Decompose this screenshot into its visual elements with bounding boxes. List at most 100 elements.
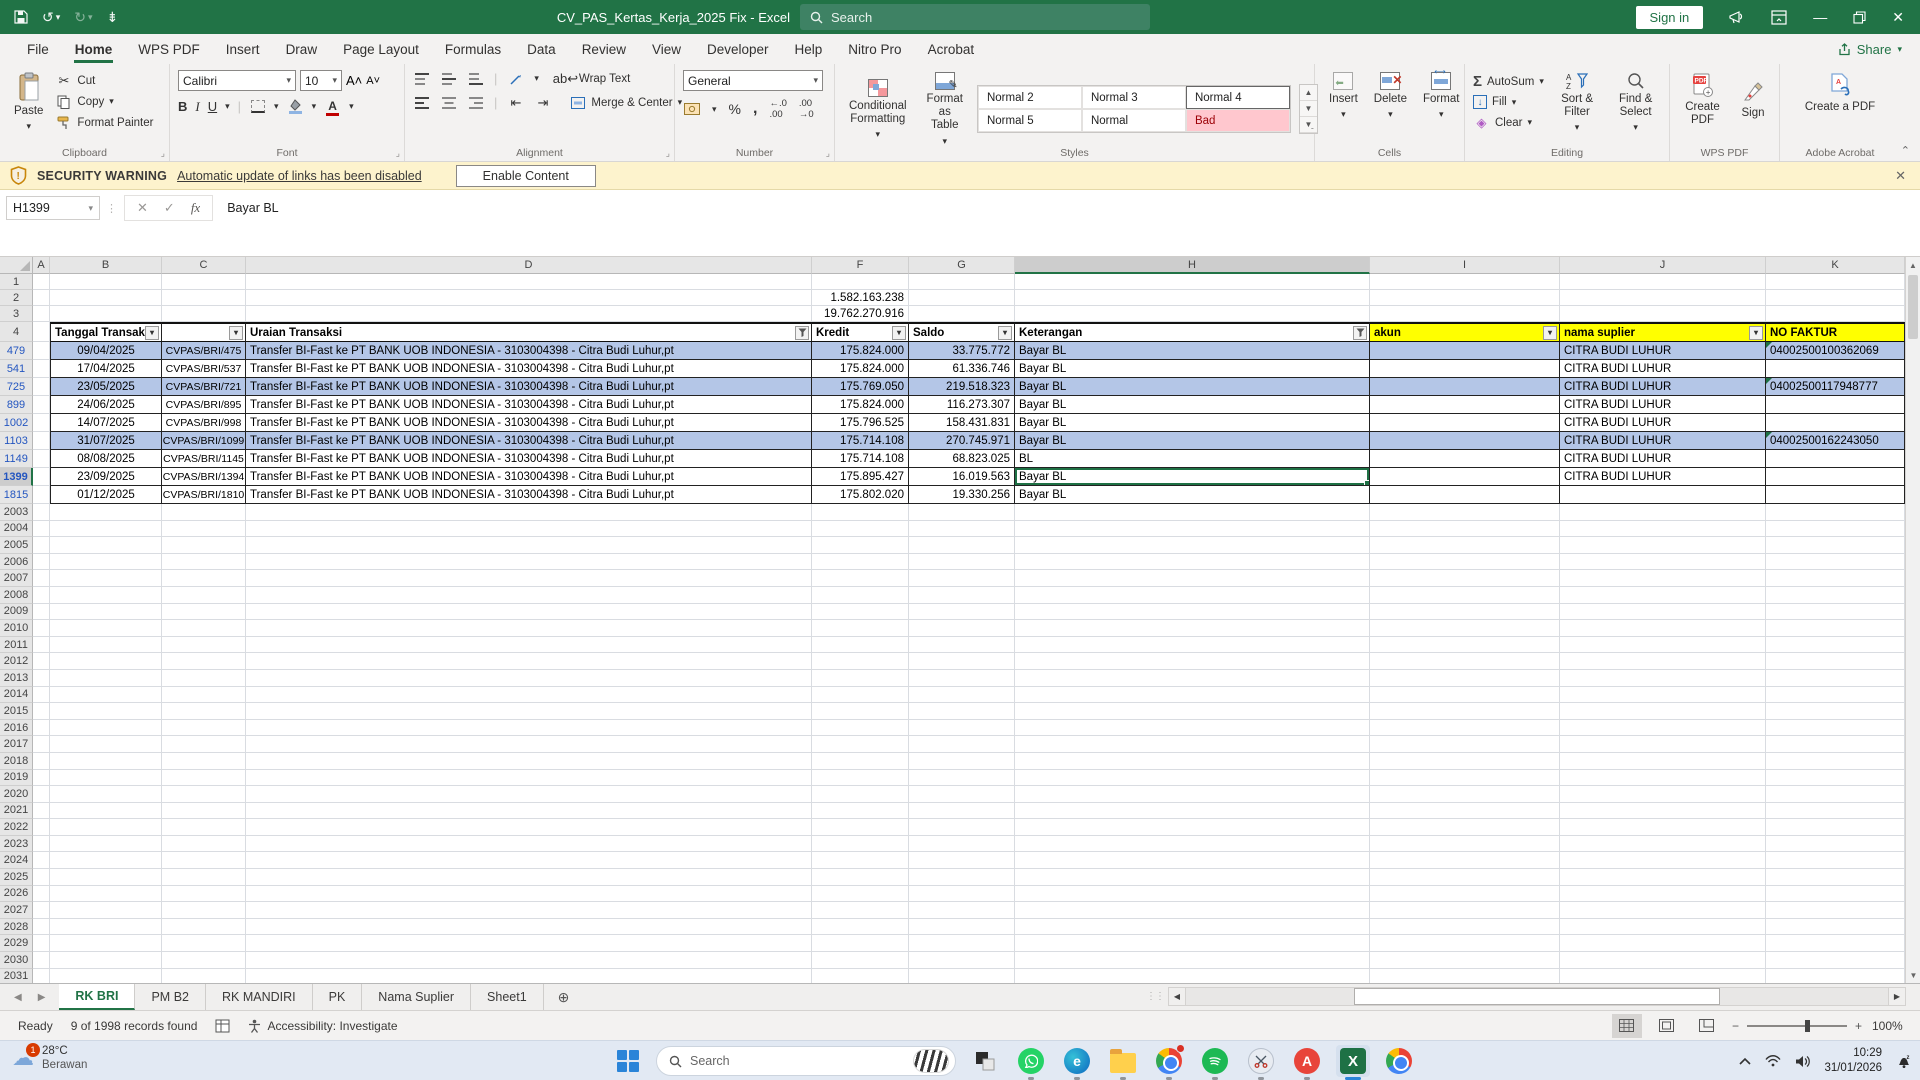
cell[interactable]: [1370, 753, 1560, 770]
cell[interactable]: [50, 274, 162, 290]
cell[interactable]: [33, 620, 50, 637]
cell[interactable]: [812, 786, 909, 803]
menu-tab-draw[interactable]: Draw: [273, 36, 331, 63]
cell[interactable]: [50, 604, 162, 621]
cell[interactable]: [33, 486, 50, 504]
cell[interactable]: [909, 736, 1015, 753]
cell[interactable]: [909, 521, 1015, 538]
cell-f3[interactable]: 19.762.270.916: [812, 306, 909, 322]
cell[interactable]: [1015, 770, 1370, 787]
cell-B1002[interactable]: 14/07/2025: [50, 414, 162, 432]
cell-F899[interactable]: 175.824.000: [812, 396, 909, 414]
cell[interactable]: [1015, 306, 1370, 322]
cell-K1815[interactable]: [1766, 486, 1905, 504]
cell[interactable]: [1560, 736, 1766, 753]
row-header-2019[interactable]: 2019: [0, 770, 33, 787]
row-header-2014[interactable]: 2014: [0, 687, 33, 704]
cell[interactable]: [50, 620, 162, 637]
formula-content[interactable]: Bayar BL: [227, 201, 278, 215]
cell[interactable]: [1560, 306, 1766, 322]
name-box[interactable]: H1399▾: [6, 196, 100, 220]
cell[interactable]: [33, 720, 50, 737]
italic-button[interactable]: I: [195, 99, 199, 115]
alignment-dialog-launcher-icon[interactable]: ⌟: [666, 148, 670, 159]
cell[interactable]: [1370, 886, 1560, 903]
menu-tab-review[interactable]: Review: [569, 36, 639, 63]
cell[interactable]: [1015, 687, 1370, 704]
cell[interactable]: [33, 919, 50, 936]
cell[interactable]: [246, 886, 812, 903]
cell[interactable]: [50, 290, 162, 306]
increase-indent-icon[interactable]: ⇥: [534, 94, 551, 111]
cell[interactable]: [33, 468, 50, 486]
row-header-4[interactable]: 4: [0, 322, 33, 342]
taskbar-app-spotify[interactable]: [1198, 1045, 1232, 1077]
cell[interactable]: [50, 869, 162, 886]
menu-tab-data[interactable]: Data: [514, 36, 569, 63]
clear-button[interactable]: ◈Clear▾: [1473, 114, 1544, 131]
cell[interactable]: [50, 703, 162, 720]
cell[interactable]: [33, 935, 50, 952]
cell[interactable]: [909, 306, 1015, 322]
cell[interactable]: [1015, 554, 1370, 571]
cell-F479[interactable]: 175.824.000: [812, 342, 909, 360]
menu-tab-wps-pdf[interactable]: WPS PDF: [125, 36, 213, 63]
row-header-2030[interactable]: 2030: [0, 952, 33, 969]
cell[interactable]: [33, 322, 50, 342]
cell[interactable]: [33, 396, 50, 414]
row-header-2027[interactable]: 2027: [0, 902, 33, 919]
cell[interactable]: [162, 274, 246, 290]
cell[interactable]: [162, 537, 246, 554]
volume-icon[interactable]: [1795, 1055, 1810, 1068]
row-header-1103[interactable]: 1103: [0, 432, 33, 450]
cell-J1399[interactable]: CITRA BUDI LUHUR: [1560, 468, 1766, 486]
cell[interactable]: [33, 432, 50, 450]
cell[interactable]: [50, 886, 162, 903]
confirm-entry-icon[interactable]: ✓: [164, 200, 175, 216]
row-header-725[interactable]: 725: [0, 378, 33, 396]
cell[interactable]: [50, 902, 162, 919]
cell[interactable]: [33, 770, 50, 787]
row-header-2031[interactable]: 2031: [0, 969, 33, 983]
cell[interactable]: [50, 570, 162, 587]
cell-G1002[interactable]: 158.431.831: [909, 414, 1015, 432]
sign-in-button[interactable]: Sign in: [1636, 6, 1704, 29]
cell[interactable]: [1766, 969, 1905, 983]
cell[interactable]: [1015, 952, 1370, 969]
row-header-2003[interactable]: 2003: [0, 504, 33, 521]
cell[interactable]: [1766, 653, 1905, 670]
sign-button[interactable]: Sign: [1735, 70, 1771, 129]
row-header-2022[interactable]: 2022: [0, 819, 33, 836]
cell-B725[interactable]: 23/05/2025: [50, 378, 162, 396]
tab-split-handle[interactable]: ⋮⋮: [1146, 991, 1164, 1002]
cell[interactable]: [1370, 306, 1560, 322]
decrease-decimal-icon[interactable]: .00→0: [799, 98, 814, 120]
cell[interactable]: [1560, 869, 1766, 886]
cell[interactable]: [1015, 753, 1370, 770]
cut-button[interactable]: ✂Cut: [55, 72, 153, 89]
cell-G479[interactable]: 33.775.772: [909, 342, 1015, 360]
cell[interactable]: [33, 290, 50, 306]
cell[interactable]: [1015, 720, 1370, 737]
cell[interactable]: [1370, 504, 1560, 521]
cell-I1815[interactable]: [1370, 486, 1560, 504]
row-header-2028[interactable]: 2028: [0, 919, 33, 936]
sheet-tab-pm-b2[interactable]: PM B2: [135, 984, 206, 1010]
cell-H1103[interactable]: Bayar BL: [1015, 432, 1370, 450]
cell[interactable]: [1766, 604, 1905, 621]
cell-D1103[interactable]: Transfer BI-Fast ke PT BANK UOB INDONESI…: [246, 432, 812, 450]
cell[interactable]: [1560, 919, 1766, 936]
row-header-2006[interactable]: 2006: [0, 554, 33, 571]
cell[interactable]: [909, 886, 1015, 903]
restore-button[interactable]: [1853, 11, 1866, 24]
cell[interactable]: [909, 274, 1015, 290]
cell[interactable]: [1560, 653, 1766, 670]
cell[interactable]: [246, 570, 812, 587]
cell[interactable]: [33, 786, 50, 803]
comma-style-icon[interactable]: ,: [753, 100, 757, 118]
scroll-up-icon[interactable]: ▲: [1906, 257, 1920, 273]
cell-B541[interactable]: 17/04/2025: [50, 360, 162, 378]
cell-C1002[interactable]: CVPAS/BRI/998: [162, 414, 246, 432]
cell[interactable]: [1766, 521, 1905, 538]
cell[interactable]: [1766, 570, 1905, 587]
